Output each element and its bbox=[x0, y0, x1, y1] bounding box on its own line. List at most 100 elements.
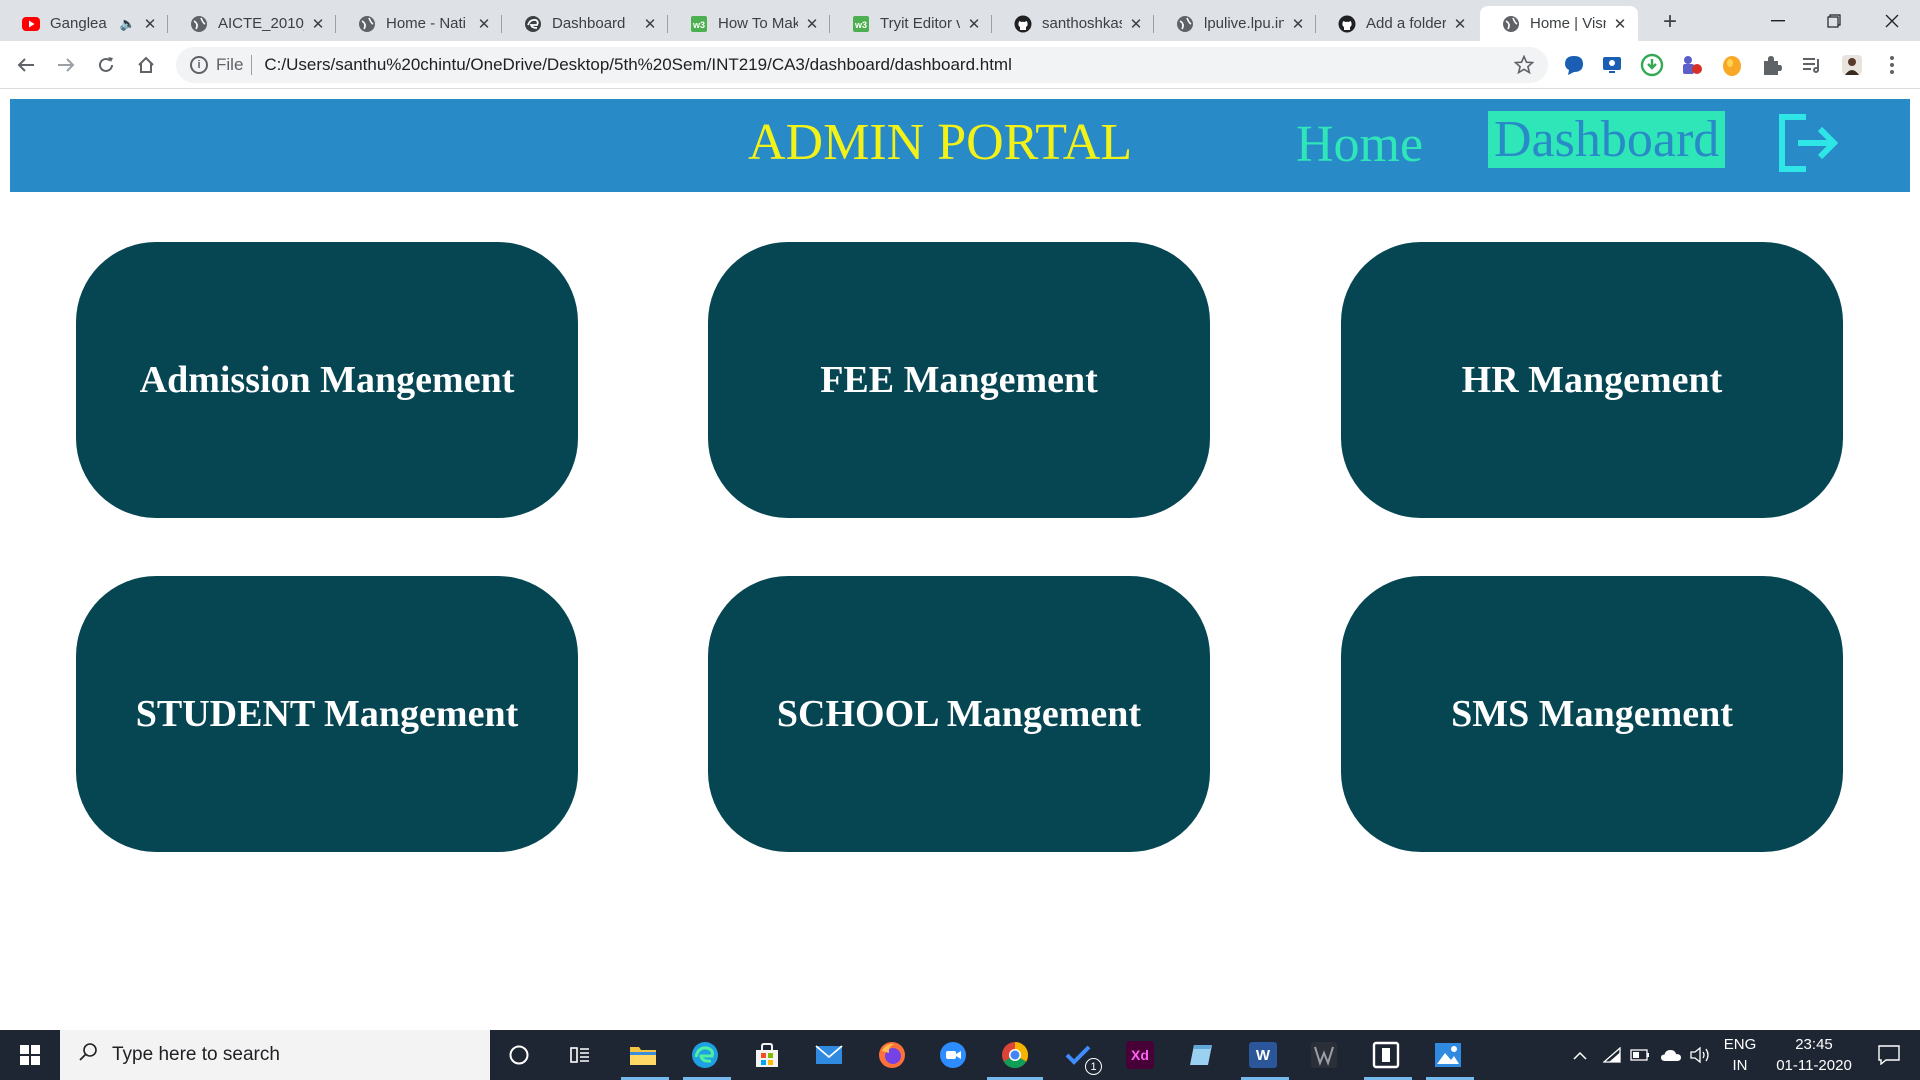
close-window-icon[interactable] bbox=[1864, 0, 1920, 41]
youtube-icon bbox=[22, 15, 40, 33]
edge-icon bbox=[524, 15, 542, 33]
download-extension-icon[interactable] bbox=[1640, 53, 1664, 77]
todo-icon[interactable]: 1 bbox=[1062, 1039, 1102, 1075]
reading-list-icon[interactable] bbox=[1800, 53, 1824, 77]
close-tab-icon[interactable]: ✕ bbox=[142, 15, 158, 33]
notepad-icon[interactable] bbox=[1185, 1039, 1217, 1071]
close-tab-icon[interactable]: ✕ bbox=[476, 15, 492, 33]
adobe-xd-icon[interactable]: Xd bbox=[1124, 1039, 1156, 1071]
xd-logo: Xd bbox=[1126, 1041, 1154, 1069]
forward-arrow-icon[interactable] bbox=[50, 49, 82, 81]
nav-home-link[interactable]: Home bbox=[1296, 115, 1423, 174]
taskbar-search-box[interactable]: Type here to search bbox=[60, 1030, 490, 1080]
tab-title: Ganglea bbox=[50, 15, 107, 32]
url-text[interactable]: C:/Users/santhu%20chintu/OneDrive/Deskto… bbox=[264, 55, 1011, 75]
close-tab-icon[interactable]: ✕ bbox=[804, 15, 820, 33]
tab-how-to-make[interactable]: w3 How To Mak ✕ bbox=[668, 6, 830, 41]
globe-icon bbox=[358, 15, 376, 33]
onedrive-cloud-icon[interactable] bbox=[1658, 1030, 1684, 1080]
close-tab-icon[interactable]: ✕ bbox=[966, 15, 982, 33]
photos-icon[interactable] bbox=[1432, 1039, 1464, 1071]
tab-title: Dashboard bbox=[552, 15, 626, 32]
menu-kebab-icon[interactable] bbox=[1880, 53, 1904, 77]
new-tab-icon[interactable]: + bbox=[1656, 8, 1684, 36]
reload-icon[interactable] bbox=[90, 49, 122, 81]
admission-management-card[interactable]: Admission Mangement bbox=[76, 242, 578, 518]
card-label: SCHOOL Mangement bbox=[776, 693, 1142, 735]
fee-management-card[interactable]: FEE Mangement bbox=[708, 242, 1210, 518]
zoom-icon[interactable] bbox=[937, 1039, 969, 1071]
search-icon bbox=[78, 1042, 98, 1068]
language-line1: ENG bbox=[1723, 1036, 1757, 1053]
minimize-icon[interactable] bbox=[1750, 0, 1806, 41]
teams-extension-icon[interactable] bbox=[1680, 53, 1704, 77]
tab-aicte[interactable]: AICTE_2010_ ✕ bbox=[168, 6, 336, 41]
tab-strip: Ganglea 🔈 ✕ AICTE_2010_ ✕ Home - Nati ✕ … bbox=[0, 0, 1920, 41]
mail-icon[interactable] bbox=[813, 1039, 845, 1071]
tab-dashboard[interactable]: Dashboard ✕ bbox=[502, 6, 668, 41]
extensions-puzzle-icon[interactable] bbox=[1760, 53, 1784, 77]
close-tab-icon[interactable]: ✕ bbox=[1128, 15, 1144, 33]
close-tab-icon[interactable]: ✕ bbox=[1612, 15, 1628, 33]
hr-management-card[interactable]: HR Mangement bbox=[1341, 242, 1843, 518]
tab-lpulive[interactable]: lpulive.lpu.in ✕ bbox=[1154, 6, 1316, 41]
tab-add-folder[interactable]: Add a folder ✕ bbox=[1316, 6, 1478, 41]
svg-text:w3: w3 bbox=[692, 20, 705, 30]
logout-icon[interactable] bbox=[1776, 113, 1842, 173]
predator-sense-icon[interactable] bbox=[1308, 1039, 1340, 1071]
clock-date: 01-11-2020 bbox=[1776, 1057, 1852, 1074]
close-tab-icon[interactable]: ✕ bbox=[310, 15, 326, 33]
close-tab-icon[interactable]: ✕ bbox=[1290, 15, 1306, 33]
tab-santhoshkas[interactable]: santhoshkas ✕ bbox=[992, 6, 1154, 41]
firefox-icon[interactable] bbox=[876, 1039, 908, 1071]
info-icon[interactable]: i bbox=[190, 56, 208, 74]
address-bar[interactable]: i File C:/Users/santhu%20chintu/OneDrive… bbox=[176, 47, 1548, 83]
notification-center-icon[interactable] bbox=[1866, 1030, 1912, 1080]
close-tab-icon[interactable]: ✕ bbox=[642, 15, 658, 33]
tab-title: Home | Visn bbox=[1530, 15, 1606, 32]
url-scheme: File bbox=[216, 55, 244, 74]
microsoft-store-icon[interactable] bbox=[751, 1039, 783, 1071]
file-explorer-icon[interactable] bbox=[627, 1039, 659, 1071]
speaker-icon: 🔈 bbox=[119, 15, 136, 31]
task-view-icon[interactable] bbox=[564, 1039, 596, 1071]
portal-title: ADMIN PORTAL bbox=[748, 114, 1133, 171]
student-management-card[interactable]: STUDENT Mangement bbox=[76, 576, 578, 852]
honey-extension-icon[interactable] bbox=[1720, 53, 1744, 77]
edge-browser-icon[interactable] bbox=[689, 1039, 721, 1071]
close-tab-icon[interactable]: ✕ bbox=[1452, 15, 1468, 33]
language-indicator[interactable]: ENG IN bbox=[1718, 1030, 1762, 1080]
taskbar: Type here to search 1 Xd W ENG IN 23:45 … bbox=[0, 1030, 1920, 1080]
windows-start-icon[interactable] bbox=[0, 1030, 60, 1080]
school-management-card[interactable]: SCHOOL Mangement bbox=[708, 576, 1210, 852]
chat-extension-icon[interactable] bbox=[1562, 53, 1586, 77]
home-icon[interactable] bbox=[130, 49, 162, 81]
globe-icon bbox=[1502, 15, 1520, 33]
back-arrow-icon[interactable] bbox=[10, 49, 42, 81]
restore-icon[interactable] bbox=[1806, 0, 1862, 41]
word-icon[interactable]: W bbox=[1247, 1039, 1279, 1071]
bookmark-star-icon[interactable] bbox=[1513, 54, 1535, 80]
tab-home-nati[interactable]: Home - Nati ✕ bbox=[336, 6, 502, 41]
show-hidden-icons-chevron-icon[interactable] bbox=[1568, 1030, 1592, 1080]
github-icon bbox=[1338, 15, 1356, 33]
w3schools-icon: w3 bbox=[852, 15, 870, 33]
card-label: Admission Mangement bbox=[139, 359, 515, 401]
sms-management-card[interactable]: SMS Mangement bbox=[1341, 576, 1843, 852]
cortana-icon[interactable] bbox=[503, 1039, 535, 1071]
search-placeholder: Type here to search bbox=[112, 1044, 280, 1065]
screen-extension-icon[interactable] bbox=[1600, 53, 1624, 77]
wifi-icon[interactable] bbox=[1600, 1030, 1624, 1080]
tab-tryit-editor[interactable]: w3 Tryit Editor v ✕ bbox=[830, 6, 992, 41]
profile-avatar-icon[interactable] bbox=[1840, 53, 1864, 77]
tab-home-visn[interactable]: Home | Visn ✕ bbox=[1480, 6, 1638, 41]
chrome-icon[interactable] bbox=[999, 1039, 1031, 1071]
app-window-icon[interactable] bbox=[1370, 1039, 1402, 1071]
github-icon bbox=[1014, 15, 1032, 33]
nav-dashboard-link[interactable]: Dashboard bbox=[1488, 111, 1726, 168]
tab-title: How To Mak bbox=[718, 15, 798, 32]
clock[interactable]: 23:45 01-11-2020 bbox=[1766, 1030, 1862, 1080]
battery-icon[interactable] bbox=[1628, 1030, 1652, 1080]
tab-ganglea[interactable]: Ganglea 🔈 ✕ bbox=[0, 6, 168, 41]
volume-icon[interactable] bbox=[1688, 1030, 1714, 1080]
